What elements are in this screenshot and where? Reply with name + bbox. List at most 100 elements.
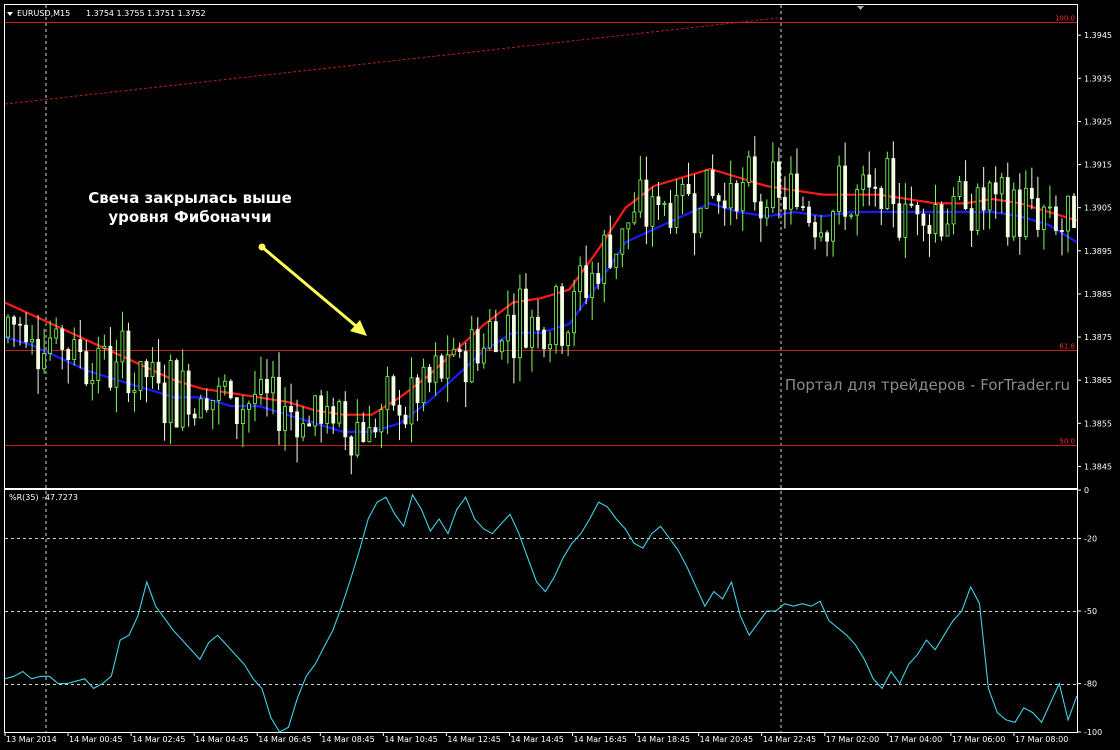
- candle-body: [560, 286, 564, 346]
- candle-body: [662, 202, 667, 205]
- candle-body: [331, 406, 336, 424]
- fib-level-label: 50.0: [1059, 438, 1075, 446]
- candle-body: [54, 328, 59, 339]
- symbol-label: EURUSD,M15: [17, 9, 70, 18]
- candle-body: [42, 353, 47, 370]
- candle-body: [96, 347, 101, 381]
- annotation-arrow: [261, 245, 357, 328]
- candle-body: [361, 422, 366, 443]
- candle-body: [1035, 198, 1040, 230]
- candle-body: [885, 158, 890, 210]
- candle-body: [897, 203, 902, 238]
- candle-body: [240, 408, 245, 425]
- candle-body: [1005, 177, 1010, 238]
- candle-body: [301, 423, 306, 438]
- candle-body: [505, 314, 510, 342]
- candle-body: [644, 179, 649, 227]
- candle-body: [463, 351, 468, 383]
- candle-body: [602, 234, 607, 284]
- candle-body: [1041, 206, 1046, 230]
- candle-body: [138, 361, 143, 391]
- candle-body: [126, 330, 131, 394]
- candle-body: [710, 169, 715, 196]
- candle-body: [764, 207, 769, 219]
- time-tick-label: 14 Mar 20:45: [700, 735, 753, 744]
- candle-body: [397, 404, 402, 416]
- candle-body: [939, 204, 944, 237]
- candle-body: [807, 206, 811, 223]
- candle-body: [752, 156, 757, 203]
- candle-body: [48, 337, 53, 354]
- candle-body: [180, 370, 185, 428]
- candle-body: [614, 253, 619, 268]
- candle-body: [475, 329, 480, 364]
- watermark: Портал для трейдеров - ForTrader.ru: [785, 376, 1070, 394]
- candle-body: [6, 316, 10, 338]
- price-tick-label: 1.3935: [1084, 74, 1112, 83]
- candle-body: [216, 385, 221, 401]
- candle-body: [746, 156, 751, 183]
- candle-body: [704, 169, 709, 209]
- candle-body: [349, 436, 354, 456]
- candle-body: [265, 379, 269, 394]
- wpr-name: %R(35): [9, 493, 39, 502]
- candle-body: [499, 340, 504, 353]
- candle-body: [789, 173, 793, 210]
- wpr-value: -47.7273: [42, 493, 78, 502]
- wpr-tick-label: 0: [1084, 486, 1089, 495]
- time-tick-label: 14 Mar 14:45: [510, 735, 563, 744]
- candle-body: [524, 288, 528, 348]
- candle-body: [831, 211, 835, 242]
- candle-body: [674, 194, 679, 228]
- candle-body: [259, 379, 263, 395]
- candle-body: [957, 181, 962, 197]
- candle-body: [969, 208, 974, 231]
- candle-body: [150, 361, 155, 378]
- candle-body: [981, 187, 986, 211]
- candle-body: [66, 349, 71, 360]
- candle-body: [186, 370, 191, 415]
- candle-body: [228, 380, 233, 399]
- candle-body: [457, 348, 462, 353]
- candle-body: [650, 196, 655, 227]
- price-tick-label: 1.3855: [1084, 419, 1112, 428]
- candle-body: [963, 181, 968, 210]
- candle-body: [849, 214, 854, 217]
- candle-body: [879, 188, 884, 210]
- candle-body: [554, 286, 558, 345]
- price-tick-label: 1.3875: [1084, 333, 1112, 342]
- candle-body: [313, 395, 318, 427]
- time-tick-label: 14 Mar 18:45: [637, 735, 690, 744]
- time-tick-label: 14 Mar 16:45: [574, 735, 627, 744]
- time-tick-label: 14 Mar 02:45: [132, 735, 185, 744]
- candle-body: [415, 377, 420, 404]
- candle-body: [572, 291, 577, 334]
- shift-marker-icon[interactable]: [857, 6, 864, 10]
- candle-body: [24, 324, 28, 343]
- candle-body: [975, 187, 980, 231]
- candle-body: [686, 183, 691, 195]
- candle-body: [1066, 195, 1070, 232]
- price-tick-label: 1.3915: [1084, 161, 1112, 170]
- chevron-down-icon[interactable]: [7, 12, 13, 16]
- candle-body: [198, 398, 203, 419]
- candle-body: [511, 314, 516, 359]
- wpr-tick-label: -80: [1084, 680, 1097, 689]
- candle-body: [469, 329, 474, 383]
- candle-body: [295, 411, 299, 438]
- candle-body: [867, 174, 872, 188]
- time-tick-label: 17 Mar 04:00: [889, 735, 942, 744]
- candle-body: [210, 400, 215, 411]
- candle-body: [620, 228, 625, 255]
- candle-body: [1029, 187, 1034, 199]
- candle-body: [355, 422, 360, 456]
- price-tick-label: 1.3945: [1084, 31, 1112, 40]
- candle-body: [608, 234, 613, 268]
- candle-body: [234, 397, 239, 425]
- time-tick-label: 13 Mar 2014: [6, 735, 57, 744]
- candle-body: [1011, 189, 1016, 238]
- candle-body: [873, 186, 878, 189]
- candle-body: [168, 360, 173, 424]
- time-tick-label: 17 Mar 02:00: [826, 735, 879, 744]
- candle-body: [271, 376, 275, 394]
